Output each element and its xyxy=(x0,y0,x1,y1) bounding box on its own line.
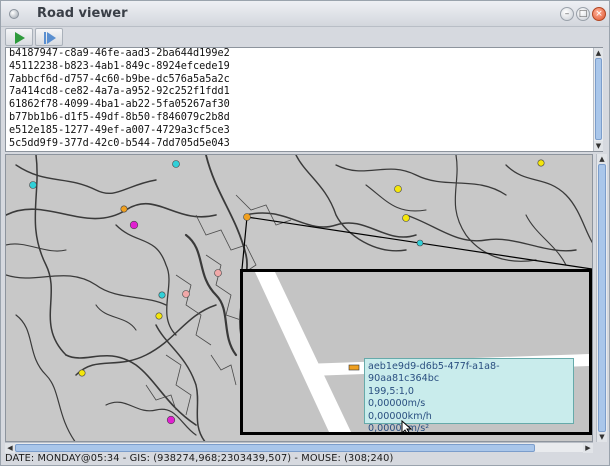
vehicle-id-list[interactable]: b4187947-c8a9-46fe-aad3-2ba644d199e2 451… xyxy=(5,47,603,152)
road-map-view[interactable]: aeb1e9d9-d6b5-477f-a1a8-90aa81c364bc 199… xyxy=(5,154,593,442)
play-button[interactable] xyxy=(5,28,33,46)
vehicle-marker[interactable] xyxy=(243,213,251,221)
list-vertical-scrollbar[interactable]: ▲ ▼ xyxy=(593,48,603,151)
scroll-up-button[interactable]: ▲ xyxy=(597,154,607,164)
maximize-button[interactable]: □ xyxy=(576,7,590,21)
list-item[interactable]: 61862f78-4099-4ba1-ab22-5fa05267af30 xyxy=(9,99,230,112)
vehicle-acceleration: 0,00000m/s² xyxy=(368,423,430,435)
vehicle-marker[interactable] xyxy=(172,160,180,168)
map-vertical-scroll-thumb[interactable] xyxy=(598,164,606,432)
close-button[interactable]: × xyxy=(592,7,606,21)
mouse-cursor-icon xyxy=(401,420,413,432)
vehicle-marker[interactable] xyxy=(182,290,190,298)
app-menu-icon[interactable] xyxy=(9,9,19,19)
vehicle-marker[interactable] xyxy=(537,159,545,167)
vehicle-marker[interactable] xyxy=(166,415,176,425)
vehicle-marker[interactable] xyxy=(394,185,402,193)
zoom-inset-panel[interactable]: aeb1e9d9-d6b5-477f-a1a8-90aa81c364bc 199… xyxy=(240,269,592,435)
list-item[interactable]: 5c5dd9f9-377d-42c0-b544-7dd705d5e043 xyxy=(9,138,230,151)
toolbar xyxy=(1,27,609,47)
road-viewer-window: Road viewer – □ × b4187947-c8a9-46fe-aad… xyxy=(0,0,610,466)
list-scroll-thumb[interactable] xyxy=(595,58,602,140)
step-forward-button[interactable] xyxy=(35,28,63,46)
scroll-up-button[interactable]: ▲ xyxy=(594,48,603,58)
vehicle-marker[interactable] xyxy=(29,181,37,189)
list-item[interactable]: 45112238-b823-4ab1-849c-8924efcede19 xyxy=(9,61,230,74)
minimize-button[interactable]: – xyxy=(560,7,574,21)
window-title: Road viewer xyxy=(37,6,128,21)
vehicle-info-tooltip: aeb1e9d9-d6b5-477f-a1a8-90aa81c364bc 199… xyxy=(364,358,574,432)
vehicle-marker[interactable] xyxy=(214,269,222,277)
vehicle-marker[interactable] xyxy=(155,312,163,320)
scroll-down-button[interactable]: ▼ xyxy=(597,432,607,442)
scroll-down-button[interactable]: ▼ xyxy=(594,141,603,151)
vehicle-marker[interactable] xyxy=(402,214,410,222)
scroll-right-button[interactable]: ▶ xyxy=(583,443,593,453)
status-bar: DATE: MONDAY@05:34 - GIS: (938274,968;23… xyxy=(5,453,394,464)
list-item[interactable]: b4187947-c8a9-46fe-aad3-2ba644d199e2 xyxy=(9,48,230,61)
vehicle-position: 199,5:1,0 xyxy=(368,385,414,397)
zoomed-road xyxy=(255,272,351,432)
map-horizontal-scroll-thumb[interactable] xyxy=(15,444,535,452)
list-item[interactable]: 7abbcf6d-d757-4c60-b9be-dc576a5a5a2c xyxy=(9,74,230,87)
vehicle-marker[interactable] xyxy=(120,205,128,213)
vehicle-speed-kmh: 0,00000km/h xyxy=(368,410,432,422)
vehicle-marker[interactable] xyxy=(416,239,424,247)
scroll-left-button[interactable]: ◀ xyxy=(5,443,15,453)
vehicle-marker[interactable] xyxy=(78,369,86,377)
list-item[interactable]: e512e185-1277-49ef-a007-4729a3cf5ce3 xyxy=(9,125,230,138)
vehicle-id: aeb1e9d9-d6b5-477f-a1a8-90aa81c364bc xyxy=(368,361,500,385)
step-forward-icon xyxy=(44,32,56,44)
vehicle-marker[interactable] xyxy=(158,291,166,299)
list-item[interactable]: 7a414cd8-ce82-4a7a-a952-92c252f1fdd1 xyxy=(9,86,230,99)
map-horizontal-scrollbar[interactable]: ◀ ▶ xyxy=(5,442,593,453)
play-icon xyxy=(15,32,25,44)
vehicle-speed-ms: 0,00000m/s xyxy=(368,398,426,410)
vehicle-marker[interactable] xyxy=(348,364,360,371)
list-item[interactable]: b77bb1b6-d1f5-49df-8b50-f846079c2b8d xyxy=(9,112,230,125)
vehicle-marker[interactable] xyxy=(129,220,139,230)
map-vertical-scrollbar[interactable]: ▲ ▼ xyxy=(596,154,607,442)
title-bar: Road viewer – □ × xyxy=(1,1,609,27)
